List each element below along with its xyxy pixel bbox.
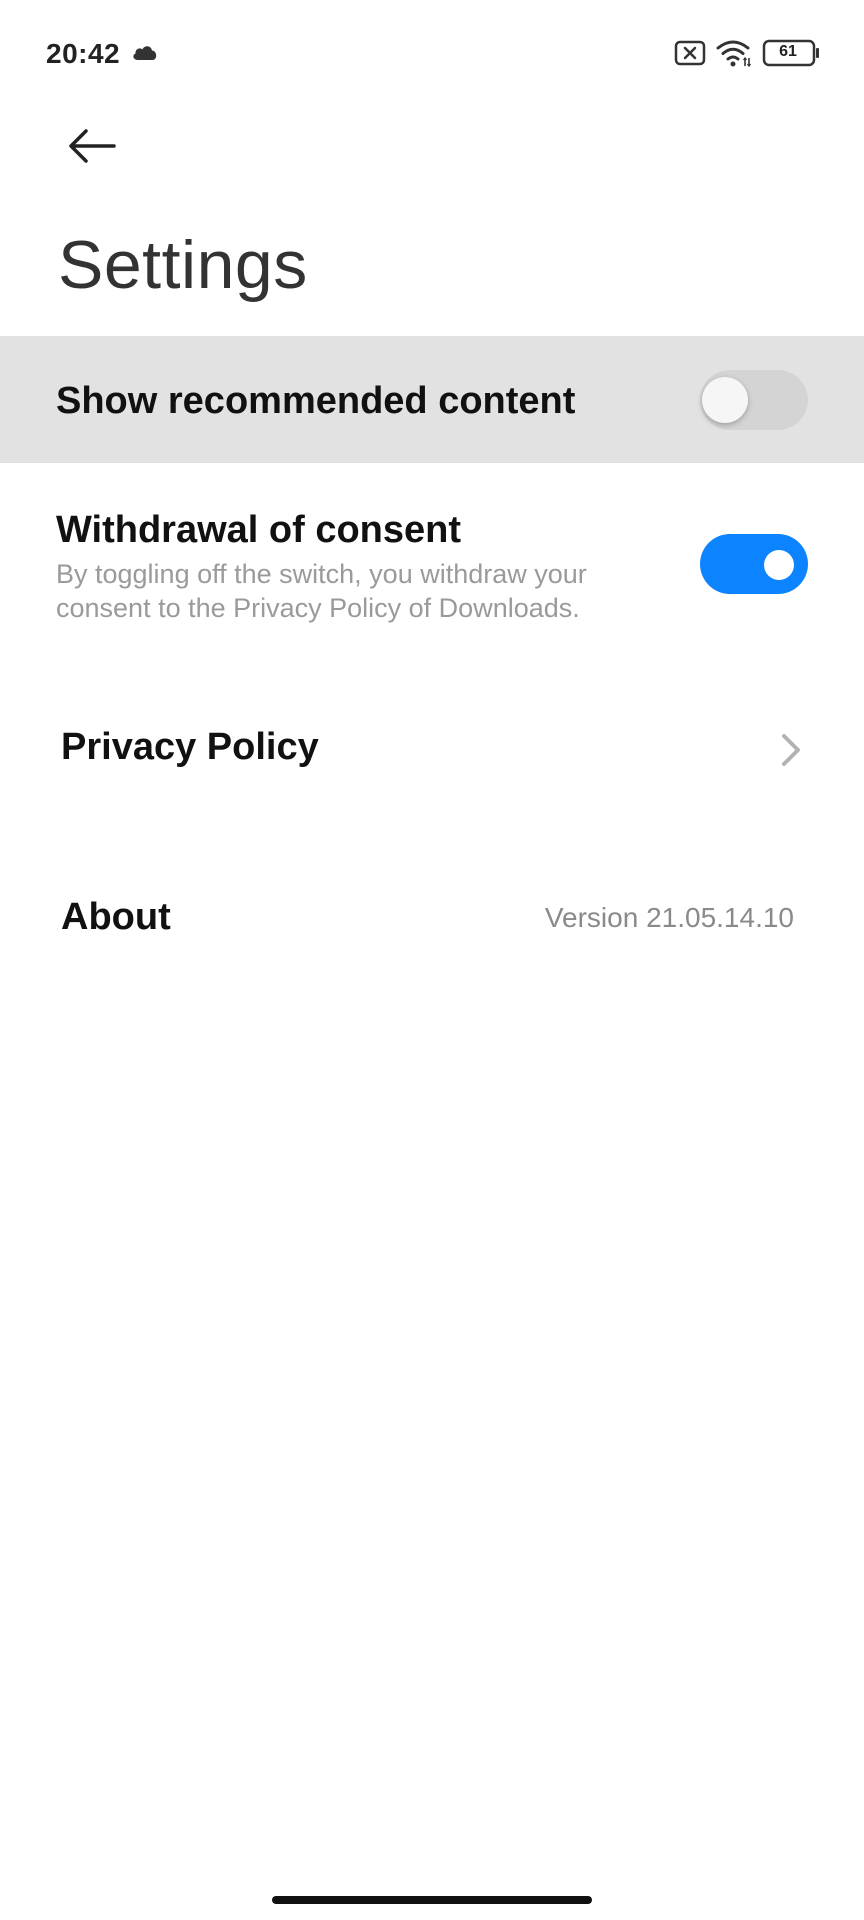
settings-screen: 20:42 61 Settings Show recommended conte… — [0, 0, 864, 1920]
no-sim-icon — [674, 40, 706, 66]
toggle-knob — [764, 550, 794, 580]
home-indicator[interactable] — [272, 1896, 592, 1904]
setting-row-withdrawal-of-consent[interactable]: Withdrawal of consent By toggling off th… — [0, 463, 864, 653]
recommended-content-toggle[interactable] — [700, 370, 808, 430]
setting-label: Show recommended content — [56, 380, 576, 422]
setting-row-about[interactable]: About Version 21.05.14.10 — [0, 860, 864, 980]
setting-label: About — [61, 896, 171, 938]
app-version: Version 21.05.14.10 — [544, 902, 794, 933]
wifi-icon — [716, 40, 752, 68]
toggle-knob — [702, 377, 748, 423]
back-arrow-icon — [69, 129, 116, 163]
back-button[interactable] — [56, 112, 128, 180]
status-time: 20:42 — [46, 38, 121, 69]
chevron-right-icon — [782, 734, 800, 766]
setting-row-privacy-policy[interactable]: Privacy Policy — [0, 690, 864, 810]
cloud-icon — [133, 46, 157, 60]
battery-level: 61 — [779, 43, 797, 60]
setting-row-recommended-content[interactable]: Show recommended content — [0, 336, 864, 463]
setting-label: Privacy Policy — [61, 726, 319, 768]
consent-toggle[interactable] — [700, 534, 808, 594]
setting-description: By toggling off the switch, you withdraw… — [56, 559, 587, 623]
page-title: Settings — [58, 227, 308, 303]
status-bar: 20:42 61 — [0, 0, 864, 106]
setting-label: Withdrawal of consent — [56, 509, 462, 551]
